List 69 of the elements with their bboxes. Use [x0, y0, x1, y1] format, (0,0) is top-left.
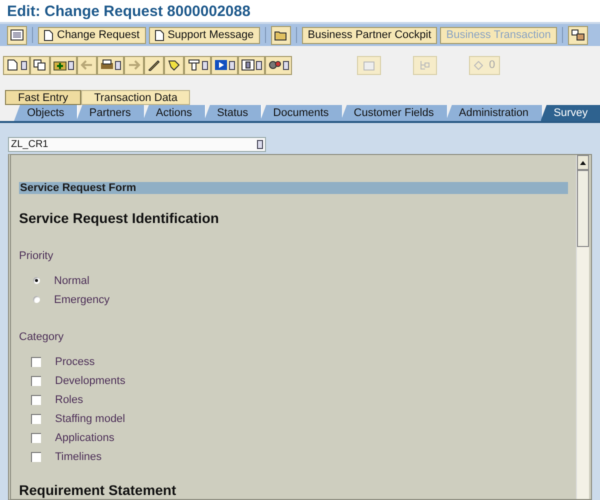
stamp-icon [187, 59, 201, 71]
tab[interactable]: Status [204, 105, 262, 121]
tab[interactable]: Customer Fields [340, 105, 448, 121]
tab[interactable]: Partners [76, 105, 145, 121]
highlighter-icon [167, 59, 181, 71]
option-label: Process [55, 356, 95, 368]
tab[interactable]: Documents [260, 105, 343, 121]
toolbar-icon-button[interactable] [144, 56, 164, 74]
checkbox[interactable] [31, 376, 41, 386]
forward-arrow-icon [127, 59, 141, 71]
toolbar-button[interactable]: Support Message [148, 26, 260, 44]
pencil-icon [147, 59, 161, 71]
window-title: Edit: Change Request 8000002088 [7, 2, 250, 20]
scrollbar[interactable] [576, 155, 589, 499]
option-label: Applications [55, 432, 114, 444]
copy-icon [33, 59, 47, 71]
checkbox[interactable] [31, 394, 41, 404]
new-document-icon [6, 59, 20, 71]
survey-select[interactable]: ZL_CR1 [8, 137, 266, 152]
checkbox[interactable] [31, 356, 41, 366]
add-folder-icon [53, 59, 67, 71]
form-title: Service Request Form [19, 182, 568, 194]
toolbar-icon-button[interactable] [184, 56, 211, 74]
back-arrow-icon [80, 59, 94, 71]
scroll-up-icon [580, 160, 586, 164]
toolbar-icon-button[interactable] [238, 56, 265, 74]
scroll-up-button[interactable] [577, 155, 589, 170]
tab[interactable]: Objects [14, 105, 78, 121]
option-label: Roles [55, 394, 84, 406]
question-label: Category [19, 331, 65, 343]
tab[interactable]: Survey [540, 105, 600, 121]
tab[interactable]: Actions [142, 105, 206, 121]
document-icon [154, 30, 164, 40]
toolbar-icon-button[interactable] [164, 56, 184, 74]
subtab[interactable]: Transaction Data [81, 90, 190, 105]
toolbar-icon-button[interactable] [3, 56, 30, 74]
list-view-button[interactable] [7, 26, 27, 44]
toolbar-button[interactable]: Change Request [38, 26, 146, 44]
option-label: Emergency [54, 294, 110, 306]
option-label: Staffing model [55, 412, 126, 424]
radio-button[interactable] [33, 296, 40, 303]
toolbar-icon-button[interactable] [265, 56, 292, 74]
option-label: Normal [54, 274, 90, 286]
toolbar-icon-button[interactable] [50, 56, 77, 74]
diamond-icon [474, 60, 483, 70]
option-label: Developments [55, 374, 126, 386]
checkbox[interactable] [31, 432, 41, 442]
scroll-thumb[interactable] [577, 170, 589, 247]
toolbar-button[interactable]: Business Partner Cockpit [302, 26, 438, 44]
toolbar-icon-button[interactable] [30, 56, 50, 74]
toolbar-icon-button[interactable] [211, 56, 238, 74]
structure-icon [570, 29, 585, 41]
radio-button[interactable] [33, 277, 40, 284]
section-heading: Requirement Statement [19, 482, 178, 498]
open-folder-button[interactable] [270, 26, 291, 44]
structure-button[interactable] [568, 26, 588, 44]
section-heading: Service Request Identification [19, 210, 220, 226]
list-icon [10, 29, 24, 41]
checkbox[interactable] [31, 452, 41, 462]
checkbox[interactable] [31, 414, 41, 424]
toolbar-icon-button[interactable] [97, 56, 124, 74]
question-label: Priority [19, 250, 54, 262]
play-icon [214, 59, 228, 71]
subtab[interactable]: Fast Entry [5, 90, 82, 105]
hierarchy-icon [418, 59, 432, 71]
option-label: Timelines [55, 450, 102, 462]
tab[interactable]: Administration [446, 105, 543, 121]
document-icon [44, 30, 53, 40]
printer-icon [100, 59, 114, 71]
